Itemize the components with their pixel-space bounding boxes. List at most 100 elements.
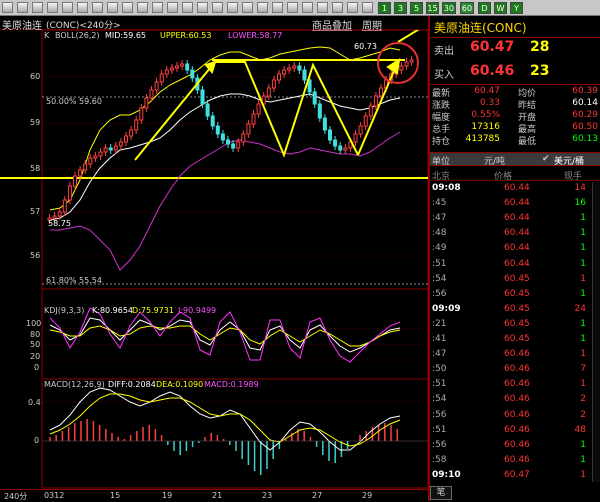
period-button-y[interactable]: Y [510, 2, 523, 14]
tick-row: :56 60.46 2 [430, 410, 600, 422]
period-button-60[interactable]: 60 [460, 2, 474, 14]
tick-volume: 48 [574, 424, 586, 435]
period-button-15[interactable]: 15 [426, 2, 439, 14]
boll-mid-value: MID:59.65 [105, 31, 147, 40]
macd-diff-value: DIFF:0.2084 [108, 380, 156, 389]
tick-time: :41 [432, 334, 447, 344]
toolbar-icon-10[interactable] [137, 2, 148, 13]
unit-usd-barrel[interactable]: 美元/桶 [554, 154, 584, 167]
toolbar-icon-8[interactable] [107, 2, 118, 13]
toolbar-icon-2[interactable] [17, 2, 28, 13]
tick-volume: 1 [580, 439, 586, 450]
tick-row: 09:10 60.47 1 [430, 470, 600, 482]
toolbar-icon-4[interactable] [47, 2, 58, 13]
chart-title-bar: 美原油连 (CONC)<240分> 商品叠加 周期 [0, 16, 428, 32]
tick-row: :48 60.44 1 [430, 228, 600, 240]
toolbar-icon-18[interactable] [257, 2, 268, 13]
period-button-1[interactable]: 1 [378, 2, 391, 14]
tick-time: :45 [432, 198, 447, 209]
macd-tick-0: 0 [34, 436, 40, 445]
tick-volume: 14 [574, 183, 586, 193]
tick-price: 60.46 [504, 394, 530, 405]
kdj-tick-50: 50 [30, 340, 41, 349]
unit-cny-ton[interactable]: 元/吨 [484, 154, 505, 167]
toolbar-icon-15[interactable] [212, 2, 223, 13]
tick-volume: 1 [580, 243, 586, 254]
toolbar-icon-12[interactable] [167, 2, 178, 13]
period-button-d[interactable]: D [478, 2, 491, 14]
tick-volume: 1 [580, 318, 586, 329]
tick-time: 09:09 [432, 303, 461, 314]
tick-time: :58 [432, 454, 447, 465]
toolbar-icon-17[interactable] [242, 2, 253, 13]
price-panel-frame [41, 30, 428, 290]
tick-row: :21 60.45 1 [430, 319, 600, 331]
date-23: 23 [262, 491, 273, 500]
toolbar-icon-1[interactable] [2, 2, 13, 13]
tick-row: :54 60.45 1 [430, 274, 600, 286]
period-button-30[interactable]: 30 [442, 2, 456, 14]
tick-price: 60.44 [504, 243, 530, 254]
toolbar-icon-20[interactable] [287, 2, 298, 13]
unit-check-icon[interactable]: ✔ [542, 154, 550, 164]
toolbar-icon-13[interactable] [182, 2, 193, 13]
tick-volume: 2 [580, 394, 586, 405]
period-label: 240分 [4, 492, 28, 501]
toolbar: 1 3 5 15 30 60 D W Y [0, 0, 600, 16]
toolbar-icon-5[interactable] [62, 2, 73, 13]
tick-volume: 1 [580, 228, 586, 239]
quote-header: 美原油连(CONC) [430, 16, 600, 38]
tick-volume: 24 [574, 303, 586, 314]
tick-time: 09:08 [432, 183, 461, 193]
tick-price: 60.44 [504, 228, 530, 239]
tick-time: 09:10 [432, 469, 461, 480]
date-axis: 240分 0312 15 19 21 23 27 29 [0, 489, 428, 501]
period-button-3[interactable]: 3 [394, 2, 407, 14]
tick-time: :47 [432, 349, 447, 360]
quote-row: 总手 17316 最高 60.50 [432, 122, 598, 135]
price-tick-60: 60 [30, 72, 41, 81]
toolbar-icon-11[interactable] [152, 2, 163, 13]
kdj-label: KDJ(9,3,3) [44, 306, 85, 315]
tick-price: 60.47 [504, 469, 530, 480]
toolbar-icon-16[interactable] [227, 2, 238, 13]
tick-time: :56 [432, 409, 447, 420]
toolbar-icon-14[interactable] [197, 2, 208, 13]
tick-price: 60.45 [504, 273, 530, 284]
ticks-scrollbar[interactable] [592, 182, 600, 482]
toolbar-icon-9[interactable] [122, 2, 133, 13]
toolbar-icon-21[interactable] [302, 2, 313, 13]
tick-time: :51 [432, 258, 447, 269]
toolbar-icon-7[interactable] [92, 2, 103, 13]
period-button-w[interactable]: W [494, 2, 507, 14]
tick-time: :54 [432, 273, 447, 284]
fib-50-label: 50.00% 59.60 [46, 97, 102, 106]
date-29: 29 [362, 491, 373, 500]
tick-row: :45 60.44 16 [430, 198, 600, 210]
date-19: 19 [162, 491, 173, 500]
tick-time: :21 [432, 318, 447, 329]
toolbar-icon-23[interactable] [332, 2, 343, 13]
toolbar-icon-3[interactable] [32, 2, 43, 13]
tick-price: 60.44 [504, 213, 530, 224]
ask-price: 60.47 [470, 39, 515, 55]
period-button-5[interactable]: 5 [410, 2, 423, 14]
kdj-tick-80: 80 [30, 330, 41, 339]
toolbar-icon-6[interactable] [77, 2, 88, 13]
tick-volume: 1 [580, 273, 586, 284]
tick-price: 60.44 [504, 258, 530, 269]
tick-volume: 1 [580, 213, 586, 224]
price-tick-58: 58 [30, 164, 41, 173]
kdj-j-line [49, 307, 401, 363]
tick-price: 60.46 [504, 379, 530, 390]
tab-trades[interactable]: 笔 [430, 486, 452, 500]
tick-row: :50 60.46 7 [430, 364, 600, 376]
tick-volume: 1 [580, 258, 586, 269]
tick-volume: 1 [580, 469, 586, 480]
toolbar-icon-22[interactable] [317, 2, 328, 13]
toolbar-icon-24[interactable] [347, 2, 358, 13]
toolbar-icon-25[interactable] [362, 2, 373, 13]
tick-time: :56 [432, 288, 447, 299]
toolbar-icon-19[interactable] [272, 2, 283, 13]
high-annotation: 60.73 [354, 42, 377, 51]
